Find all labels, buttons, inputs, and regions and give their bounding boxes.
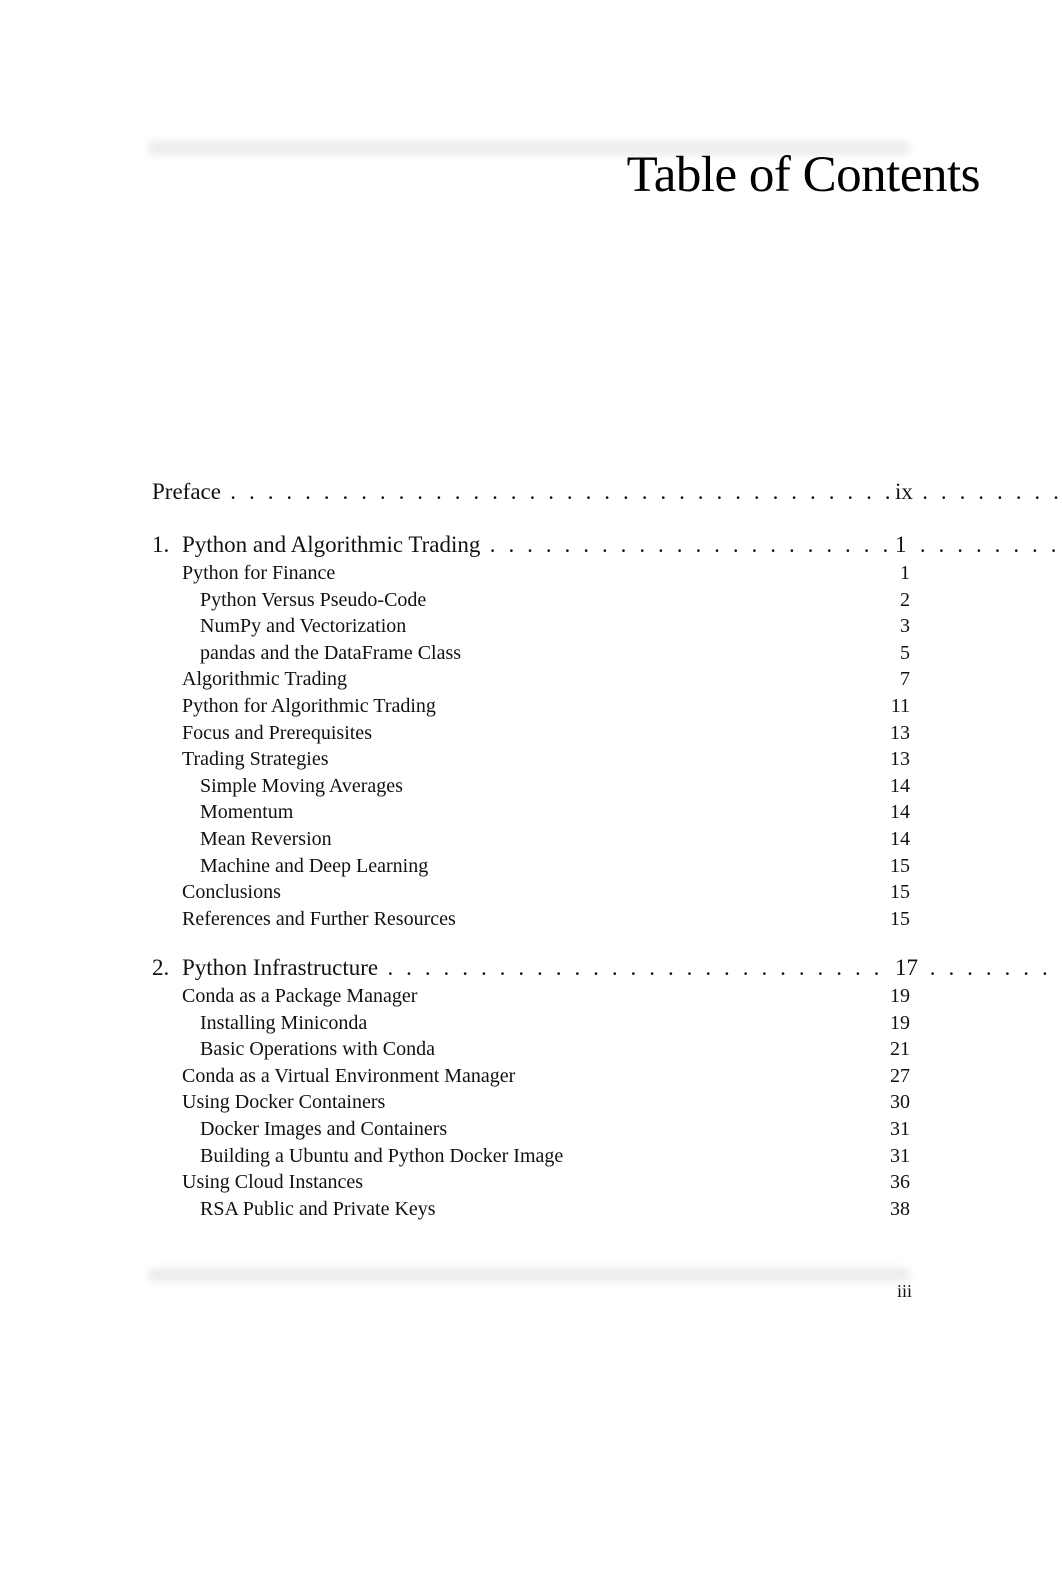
entry-title: Python and Algorithmic Trading	[182, 532, 481, 557]
entry-page: 31	[890, 1144, 910, 1167]
entry-page: 13	[890, 721, 910, 744]
entry-title: Trading Strategies	[182, 748, 329, 771]
entry-title: Momentum	[200, 801, 294, 824]
entry-title: Conclusions	[182, 881, 281, 904]
entry-title: Using Docker Containers	[182, 1091, 386, 1114]
entry-title: Conda as a Virtual Environment Manager	[182, 1064, 516, 1087]
entry-title: RSA Public and Private Keys	[200, 1197, 436, 1220]
entry-page: 1	[900, 562, 910, 584]
entry-page: 19	[890, 985, 910, 1007]
entry-page: 7	[900, 668, 910, 691]
entry-page: 15	[890, 881, 910, 904]
entry-title: Python for Algorithmic Trading	[182, 695, 436, 717]
entry-page: 14	[890, 801, 910, 824]
entry-page: 13	[890, 748, 910, 771]
entry-title: Conda as a Package Manager	[182, 985, 418, 1007]
entry-title: Simple Moving Averages	[200, 774, 403, 797]
entry-page: 15	[890, 854, 910, 877]
entry-page: 38	[890, 1197, 910, 1220]
entry-page: 3	[900, 615, 910, 638]
entry-title: Docker Images and Containers	[200, 1118, 448, 1140]
dot-leader: . . . . . . . . . . . . . . . . . . . . …	[387, 955, 1062, 980]
entry-leader: Preface . . . . . . . . . . . . . . . . …	[152, 479, 1062, 505]
entry-page: 15	[890, 907, 910, 930]
page-number: iii	[896, 1281, 912, 1301]
entry-title: Algorithmic Trading	[182, 668, 348, 691]
page-title: Table of Contents	[626, 147, 981, 203]
entry-title: Preface	[152, 479, 221, 504]
entry-title: NumPy and Vectorization	[200, 615, 407, 638]
entry-leader: 1. Python and Algorithmic Trading . . . .…	[152, 532, 1062, 558]
entry-page: 2	[900, 588, 910, 611]
entry-page: 5	[900, 641, 910, 664]
entry-page: 36	[890, 1171, 910, 1194]
entry-title: Machine and Deep Learning	[200, 854, 429, 877]
dot-leader: . . . . . . . . . . . . . . . . . . . . …	[230, 479, 1062, 504]
entry-page: 31	[890, 1118, 910, 1140]
entry-page: 27	[890, 1064, 910, 1087]
entry-page: 1	[893, 532, 909, 558]
entry-title: References and Further Resources	[182, 907, 456, 930]
entry-title: Installing Miniconda	[200, 1011, 368, 1034]
entry-title: pandas and the DataFrame Class	[200, 641, 462, 664]
entry-page: ix	[893, 479, 915, 505]
entry-page: 17	[893, 955, 920, 981]
entry-leader: 2. Python Infrastructure . . . . . . . . …	[152, 955, 1062, 981]
chapter-number: 1.	[152, 532, 170, 557]
entry-page: 21	[890, 1038, 910, 1061]
entry-title: Using Cloud Instances	[182, 1171, 364, 1194]
entry-title: Building a Ubuntu and Python Docker Imag…	[200, 1144, 564, 1167]
entry-page: 14	[890, 828, 910, 850]
entry-page: 19	[890, 1011, 910, 1034]
entry-title: Mean Reversion	[200, 828, 332, 850]
entry-title: Basic Operations with Conda	[200, 1038, 435, 1061]
chapter-number: 2.	[152, 955, 170, 980]
entry-title: Python Infrastructure	[182, 955, 379, 980]
entry-page: 11	[890, 695, 910, 717]
dot-leader: . . . . . . . . . . . . . . . . . . . . …	[489, 532, 1062, 557]
entry-title: Focus and Prerequisites	[182, 721, 372, 744]
entry-title: Python for Finance	[182, 562, 336, 584]
entry-title: Python Versus Pseudo-Code	[200, 588, 427, 611]
entry-page: 14	[890, 774, 910, 797]
footer-rule	[148, 1268, 910, 1282]
entry-page: 30	[890, 1091, 910, 1114]
